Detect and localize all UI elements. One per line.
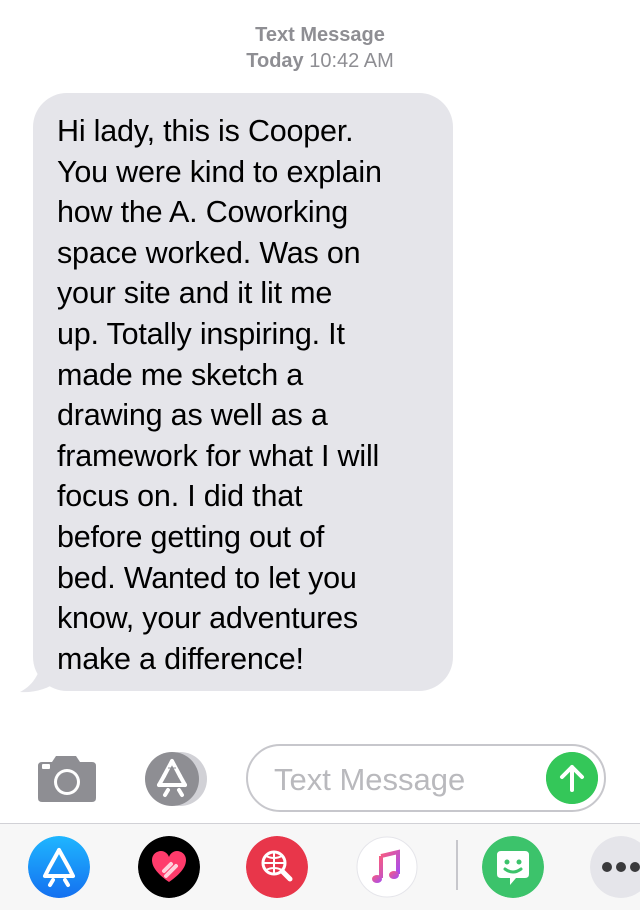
composer-bar: Text Message (0, 742, 640, 816)
app-store-icon[interactable] (140, 751, 212, 807)
message-input[interactable]: Text Message (246, 744, 606, 812)
digital-touch-icon[interactable] (138, 836, 200, 898)
camera-icon[interactable] (34, 754, 98, 804)
app-drawer (0, 824, 640, 910)
timestamp-time: 10:42 AM (309, 50, 394, 72)
service-label: Text Message (255, 24, 385, 46)
drawer-separator (456, 840, 458, 890)
more-icon[interactable] (590, 836, 640, 898)
messages-screen: Text Message Today 10:42 AM Hi lady, thi… (0, 0, 640, 910)
images-search-icon[interactable] (246, 836, 308, 898)
app-store-icon[interactable] (28, 836, 90, 898)
bitmoji-icon[interactable] (482, 836, 544, 898)
message-input-placeholder: Text Message (274, 762, 466, 797)
conversation-header: Text Message Today 10:42 AM (0, 22, 640, 74)
music-icon[interactable] (356, 836, 418, 898)
message-text: Hi lady, this is Cooper. You were kind t… (57, 114, 382, 676)
message-bubble-incoming[interactable]: Hi lady, this is Cooper. You were kind t… (20, 93, 456, 693)
timestamp-day: Today (246, 50, 304, 72)
arrow-up-icon[interactable] (546, 752, 598, 804)
